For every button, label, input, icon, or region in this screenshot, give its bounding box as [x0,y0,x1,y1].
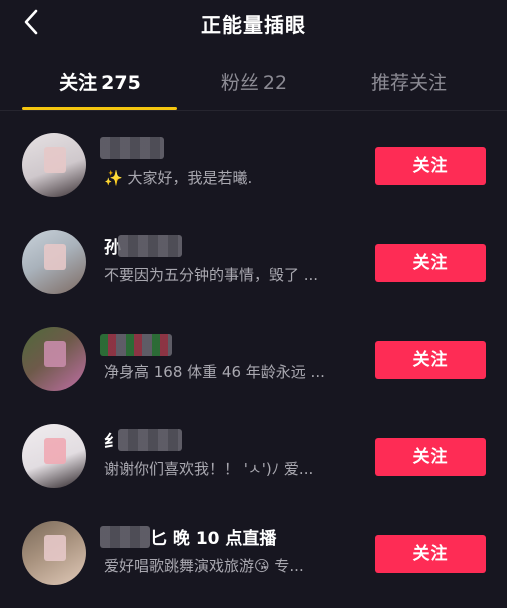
blurred-face [44,341,66,367]
list-item[interactable]: 纟 谢谢你们喜欢我！！ 'ㅅ')ﾉ 爱... 关注 [0,402,507,499]
follow-button[interactable]: 关注 [375,438,486,476]
tab-following-label: 关注 [59,72,98,94]
blurred-username [100,137,164,159]
tab-following-count: 275 [101,72,141,94]
avatar[interactable] [22,521,86,585]
tab-recommended-label: 推荐关注 [370,72,447,94]
blurred-username [118,235,182,257]
user-bio: 不要因为五分钟的事情，毁了 ... [104,266,319,284]
username: 匕 晚 10 点直播 [150,529,277,549]
page-title: 正能量插眼 [201,13,306,37]
user-bio: 净身高 168 体重 46 年龄永远 ... [104,363,325,381]
tab-fans[interactable]: 粉丝 22 [176,68,332,95]
tab-bar: 关注 275 粉丝 22 推荐关注 [0,52,507,110]
tab-following[interactable]: 关注 275 [22,68,178,95]
user-bio: 爱好唱歌跳舞演戏旅游😘 专... [104,557,304,575]
user-bio: ✨ 大家好，我是若曦. [104,169,253,187]
follow-button[interactable]: 关注 [375,147,486,185]
blurred-face [44,244,66,270]
list-item[interactable]: 匕 晚 10 点直播 爱好唱歌跳舞演戏旅游😘 专... 关注 [0,499,507,596]
follow-button[interactable]: 关注 [375,341,486,379]
blurred-username [118,429,182,451]
follow-button[interactable]: 关注 [375,244,486,282]
avatar[interactable] [22,424,86,488]
follow-button[interactable]: 关注 [375,535,486,573]
avatar[interactable] [22,230,86,294]
tab-recommended[interactable]: 推荐关注 [331,68,487,95]
top-bar: 正能量插眼 [0,0,507,44]
tab-fans-count: 22 [262,72,288,94]
blurred-face [44,438,66,464]
avatar[interactable] [22,133,86,197]
blurred-face [44,535,66,561]
list-item[interactable]: ✨ 大家好，我是若曦. 关注 [0,111,507,208]
avatar[interactable] [22,327,86,391]
list-item[interactable]: 孙 不要因为五分钟的事情，毁了 ... 关注 [0,208,507,305]
tab-fans-label: 粉丝 [220,72,259,94]
list-item[interactable]: 净身高 168 体重 46 年龄永远 ... 关注 [0,305,507,402]
blurred-username [100,526,150,548]
blurred-username [100,334,172,356]
user-bio: 谢谢你们喜欢我！！ 'ㅅ')ﾉ 爱... [104,460,314,478]
blurred-face [44,147,66,173]
